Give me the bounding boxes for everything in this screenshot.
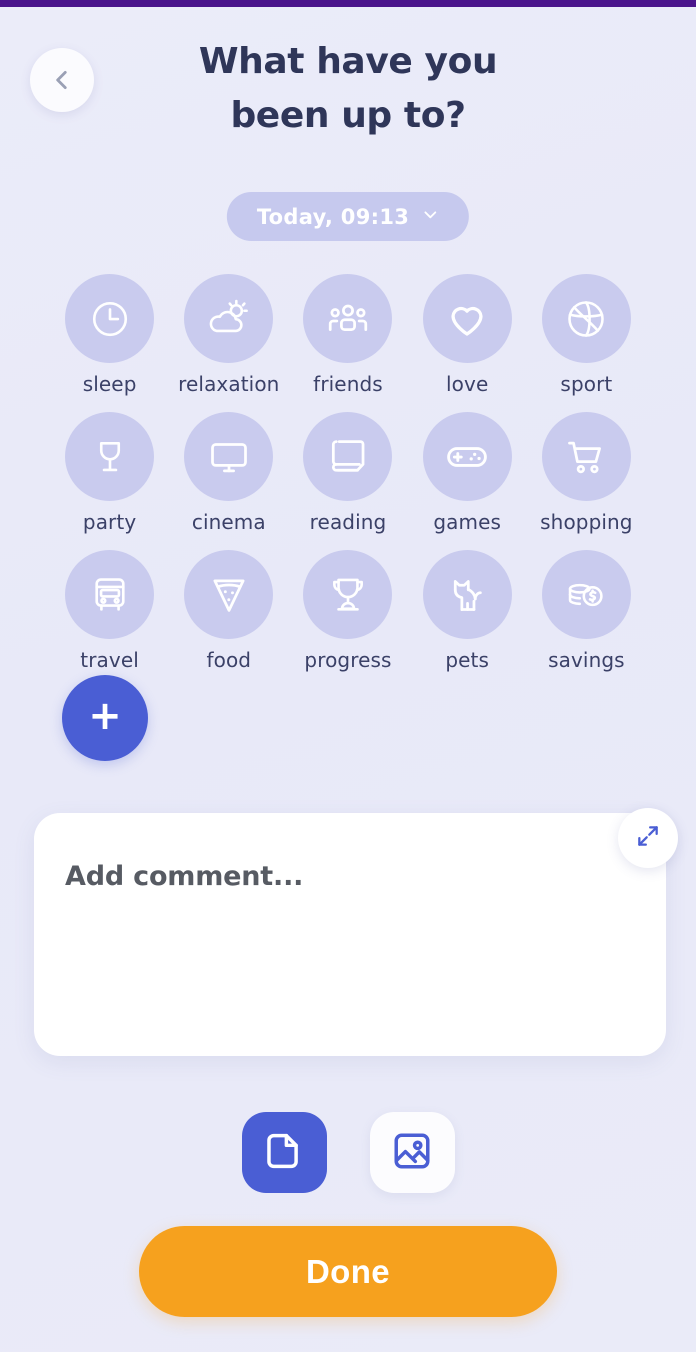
activity-icon-circle [65, 550, 155, 639]
activity-icon-circle [303, 274, 393, 363]
activity-label: reading [309, 510, 387, 534]
activity-item-shopping[interactable]: shopping [527, 412, 646, 534]
page-title-line-1: What have you [198, 41, 498, 82]
expand-arrows-icon [635, 823, 661, 853]
activity-item-savings[interactable]: savings [527, 550, 646, 672]
activity-item-reading[interactable]: reading [288, 412, 407, 534]
shopping-cart-icon [564, 435, 608, 479]
activity-icon-circle [541, 274, 631, 363]
activity-icon-circle [184, 274, 274, 363]
activity-label: friends [313, 372, 383, 396]
activity-grid: sleep relaxation friends love sport part… [50, 274, 646, 672]
activity-label: savings [548, 648, 625, 672]
comment-input-card[interactable]: Add comment... [34, 813, 666, 1056]
pizza-slice-icon [207, 573, 251, 617]
attachment-buttons [0, 1112, 696, 1193]
activity-icon-circle [541, 412, 631, 501]
attach-image-button[interactable] [369, 1112, 455, 1193]
heart-icon [445, 297, 489, 341]
file-document-icon [262, 1129, 306, 1177]
activity-item-progress[interactable]: progress [288, 550, 407, 672]
back-button[interactable] [30, 48, 94, 112]
activity-icon-circle [422, 274, 512, 363]
done-button-label: Done [305, 1252, 391, 1290]
activity-label: pets [445, 648, 490, 672]
activity-icon-circle [65, 274, 155, 363]
activity-item-pets[interactable]: pets [408, 550, 527, 672]
people-group-icon [326, 297, 370, 341]
clock-icon [89, 298, 131, 340]
plus-icon: + [88, 693, 122, 739]
activity-logger-screen: What have you been up to? Today, 09:13 s… [0, 7, 696, 1352]
coins-dollar-icon [564, 573, 608, 617]
date-time-label: Today, 09:13 [256, 204, 410, 229]
image-photo-icon [390, 1129, 434, 1177]
activity-item-food[interactable]: food [169, 550, 288, 672]
page-title: What have you been up to? [130, 35, 566, 143]
activity-icon-circle [184, 412, 274, 501]
activity-icon-circle [422, 412, 512, 501]
activity-item-games[interactable]: games [408, 412, 527, 534]
bus-icon [89, 574, 131, 616]
done-button[interactable]: Done [139, 1226, 557, 1317]
activity-label: shopping [540, 510, 633, 534]
activity-icon-circle [303, 550, 393, 639]
activity-label: sleep [82, 372, 137, 396]
activity-item-travel[interactable]: travel [50, 550, 169, 672]
activity-label: party [82, 510, 137, 534]
activity-item-sleep[interactable]: sleep [50, 274, 169, 396]
activity-label: cinema [191, 510, 266, 534]
activity-item-cinema[interactable]: cinema [169, 412, 288, 534]
activity-label: travel [80, 648, 139, 672]
activity-icon-circle [184, 550, 274, 639]
wine-glass-icon [89, 436, 131, 478]
chevron-left-icon [49, 67, 75, 93]
add-activity-button[interactable]: + [62, 675, 148, 761]
status-bar-strip [0, 0, 696, 7]
monitor-icon [207, 435, 251, 479]
attach-file-button[interactable] [241, 1112, 327, 1193]
page-title-line-2: been up to? [230, 95, 466, 136]
expand-comment-button[interactable] [618, 808, 678, 868]
activity-item-party[interactable]: party [50, 412, 169, 534]
activity-icon-circle [541, 550, 631, 639]
activity-item-relaxation[interactable]: relaxation [169, 274, 288, 396]
activity-label: love [446, 372, 489, 396]
activity-icon-circle [422, 550, 512, 639]
trophy-icon [327, 574, 369, 616]
date-time-selector[interactable]: Today, 09:13 [226, 192, 470, 241]
activity-item-sport[interactable]: sport [527, 274, 646, 396]
chevron-down-icon [422, 206, 439, 227]
sun-cloud-icon [207, 297, 251, 341]
activity-label: games [433, 510, 502, 534]
basketball-icon [564, 297, 608, 341]
cat-icon [445, 573, 489, 617]
activity-icon-circle [303, 412, 393, 501]
book-icon [326, 435, 370, 479]
activity-icon-circle [65, 412, 155, 501]
activity-label: sport [560, 372, 613, 396]
activity-label: progress [304, 648, 392, 672]
activity-item-love[interactable]: love [408, 274, 527, 396]
gamepad-icon [444, 434, 490, 480]
activity-label: relaxation [178, 372, 280, 396]
activity-label: food [206, 648, 252, 672]
comment-placeholder: Add comment... [65, 861, 304, 892]
activity-item-friends[interactable]: friends [288, 274, 407, 396]
